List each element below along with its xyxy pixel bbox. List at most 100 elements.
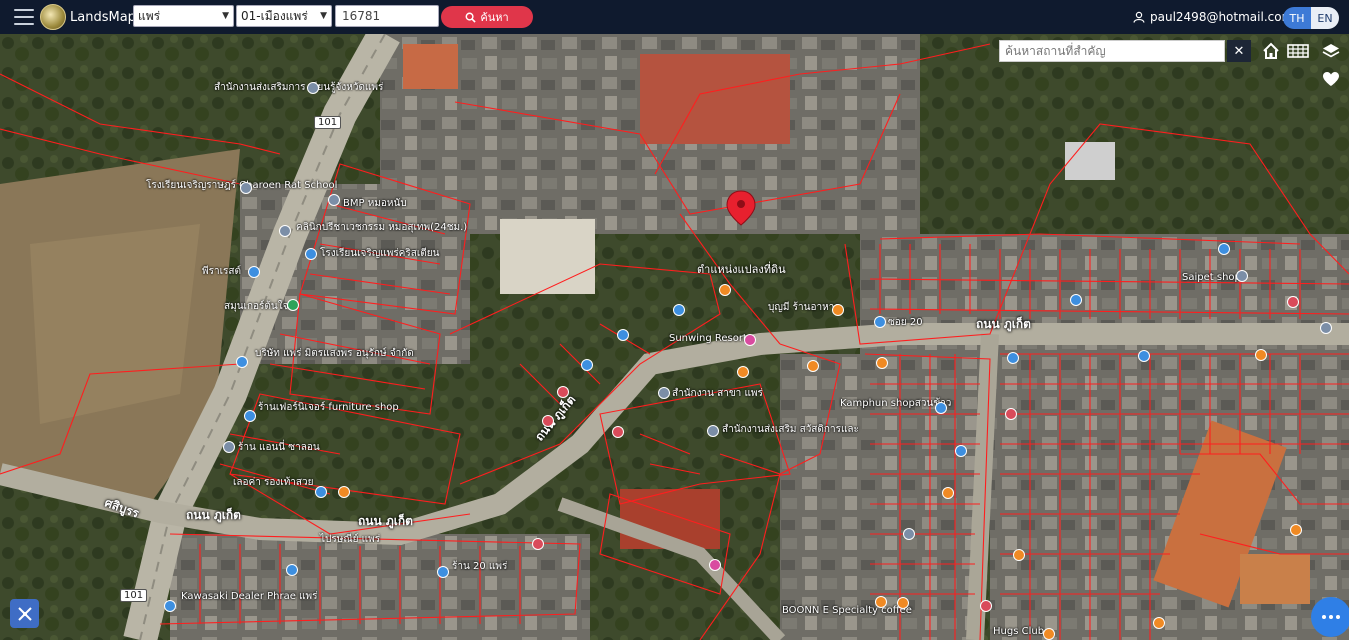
poi-icon[interactable] [955, 445, 967, 457]
search-button[interactable]: ค้นหา [441, 6, 533, 28]
poi-icon[interactable] [240, 182, 252, 194]
poi-icon[interactable] [315, 486, 327, 498]
user-menu[interactable]: paul2498@hotmail.com ▾ [1133, 0, 1303, 34]
poi-icon[interactable] [1013, 549, 1025, 561]
layers-icon[interactable] [1318, 38, 1344, 64]
poi-icon[interactable] [980, 600, 992, 612]
place-label[interactable]: สำนักงานส่งเสริม สวัสดิการและ [722, 422, 859, 437]
poi-icon[interactable] [737, 366, 749, 378]
place-label[interactable]: เลอค่า รองเท้าสวย [233, 475, 314, 490]
place-label[interactable]: ร้านเฟอร์นิเจอร์ furniture shop [258, 400, 399, 415]
place-label[interactable]: สมุนเกอร์ต้นใจ [224, 299, 288, 314]
province-value: แพร่ [138, 8, 161, 23]
place-label[interactable]: ร้าน แอนนี่ ซาลอน [238, 440, 320, 455]
parcel-number-input[interactable]: 16781 [335, 5, 439, 27]
poi-icon[interactable] [1153, 617, 1165, 629]
user-email: paul2498@hotmail.com [1150, 10, 1294, 24]
home-icon[interactable] [1258, 38, 1284, 64]
poi-icon[interactable] [305, 248, 317, 260]
poi-icon[interactable] [876, 357, 888, 369]
place-label[interactable]: Kawasaki Dealer Phrae แพร่ [181, 589, 317, 604]
poi-icon[interactable] [164, 600, 176, 612]
poi-icon[interactable] [744, 334, 756, 346]
place-label[interactable]: BOONN E Specialty coffee [782, 605, 912, 616]
place-label[interactable]: บริษัท แพร่ มิตรแสงพร อนุรักษ์ จำกัด [255, 346, 414, 361]
map-place-search-input[interactable]: ค้นหาสถานที่สำคัญ [999, 40, 1225, 62]
satellite-map[interactable]: 101 101 ถนน ภูเก็ต ถนน ภูเก็ต ถนน ภูเก็ต… [0, 34, 1349, 640]
poi-icon[interactable] [942, 487, 954, 499]
poi-icon[interactable] [1138, 350, 1150, 362]
language-toggle: TH EN [1283, 7, 1339, 29]
parcel-number-value: 16781 [342, 9, 381, 23]
poi-icon[interactable] [874, 316, 886, 328]
poi-icon[interactable] [248, 266, 260, 278]
poi-icon[interactable] [1290, 524, 1302, 536]
poi-icon[interactable] [1043, 628, 1055, 640]
poi-icon[interactable] [542, 415, 554, 427]
poi-icon[interactable] [286, 564, 298, 576]
measure-tool-icon[interactable] [10, 599, 39, 628]
poi-icon[interactable] [1320, 322, 1332, 334]
place-label[interactable]: บุญมี ร้านอาหาร [768, 300, 840, 315]
lang-th-button[interactable]: TH [1283, 7, 1311, 29]
poi-icon[interactable] [1218, 243, 1230, 255]
poi-icon[interactable] [935, 402, 947, 414]
menu-icon[interactable] [14, 9, 34, 25]
poi-icon[interactable] [709, 559, 721, 571]
province-select[interactable]: แพร่ ▼ [133, 5, 234, 27]
place-label[interactable]: ร้าน 20 แพร่ [452, 559, 507, 574]
close-icon[interactable]: ✕ [1227, 40, 1251, 62]
place-label[interactable]: ไปรษณีย์ แพร่ [320, 532, 380, 547]
lang-en-button[interactable]: EN [1311, 7, 1339, 29]
favorite-heart-icon[interactable] [1318, 66, 1344, 92]
poi-icon[interactable] [617, 329, 629, 341]
poi-icon[interactable] [658, 387, 670, 399]
poi-icon[interactable] [1007, 352, 1019, 364]
poi-icon[interactable] [1255, 349, 1267, 361]
poi-icon[interactable] [897, 597, 909, 609]
place-label[interactable]: สำนักงานส่งเสริมการ เรียนรู้จังหวัดแพร่ [214, 80, 383, 95]
poi-icon[interactable] [719, 284, 731, 296]
poi-icon[interactable] [903, 528, 915, 540]
poi-icon[interactable] [244, 410, 256, 422]
dot-icon [1329, 615, 1333, 619]
poi-icon[interactable] [1005, 408, 1017, 420]
poi-icon[interactable] [437, 566, 449, 578]
poi-icon[interactable] [832, 304, 844, 316]
search-icon [465, 12, 477, 23]
poi-icon[interactable] [328, 194, 340, 206]
poi-icon[interactable] [581, 359, 593, 371]
poi-icon[interactable] [1236, 270, 1248, 282]
more-options-button[interactable] [1311, 597, 1349, 637]
grid-icon[interactable] [1285, 38, 1311, 64]
district-select[interactable]: 01-เมืองแพร่ ▼ [236, 5, 332, 27]
poi-icon[interactable] [338, 486, 350, 498]
poi-icon[interactable] [236, 356, 248, 368]
poi-icon[interactable] [279, 225, 291, 237]
place-label[interactable]: พีราเรสต์ [202, 264, 241, 279]
poi-icon[interactable] [307, 82, 319, 94]
place-label[interactable]: BMP หมอหนับ [343, 196, 407, 211]
place-label[interactable]: โรงเรียนเจริญแพร่คริสเตียน [320, 246, 439, 261]
poi-icon[interactable] [807, 360, 819, 372]
place-label[interactable]: Hugs Club [993, 626, 1044, 637]
dot-icon [1322, 615, 1326, 619]
user-icon [1133, 11, 1145, 23]
poi-icon[interactable] [875, 596, 887, 608]
poi-icon[interactable] [287, 299, 299, 311]
place-label[interactable]: Sunwing Resort [669, 333, 747, 344]
place-label[interactable]: คลินิกปรีชาเวชกรรม หมอสุเทพ(24ชม.) [296, 220, 467, 235]
place-label[interactable]: ซอย 20 [888, 315, 923, 330]
poi-icon[interactable] [1070, 294, 1082, 306]
poi-icon[interactable] [673, 304, 685, 316]
poi-icon[interactable] [532, 538, 544, 550]
place-label[interactable]: Saipet shop [1182, 272, 1241, 283]
poi-icon[interactable] [223, 441, 235, 453]
poi-icon[interactable] [612, 426, 624, 438]
route-shield: 101 [120, 589, 148, 602]
poi-icon[interactable] [1287, 296, 1299, 308]
place-label[interactable]: สำนักงาน สาขา แพร่ [672, 386, 763, 401]
poi-icon[interactable] [557, 386, 569, 398]
poi-icon[interactable] [707, 425, 719, 437]
chevron-down-icon: ▼ [320, 11, 327, 21]
